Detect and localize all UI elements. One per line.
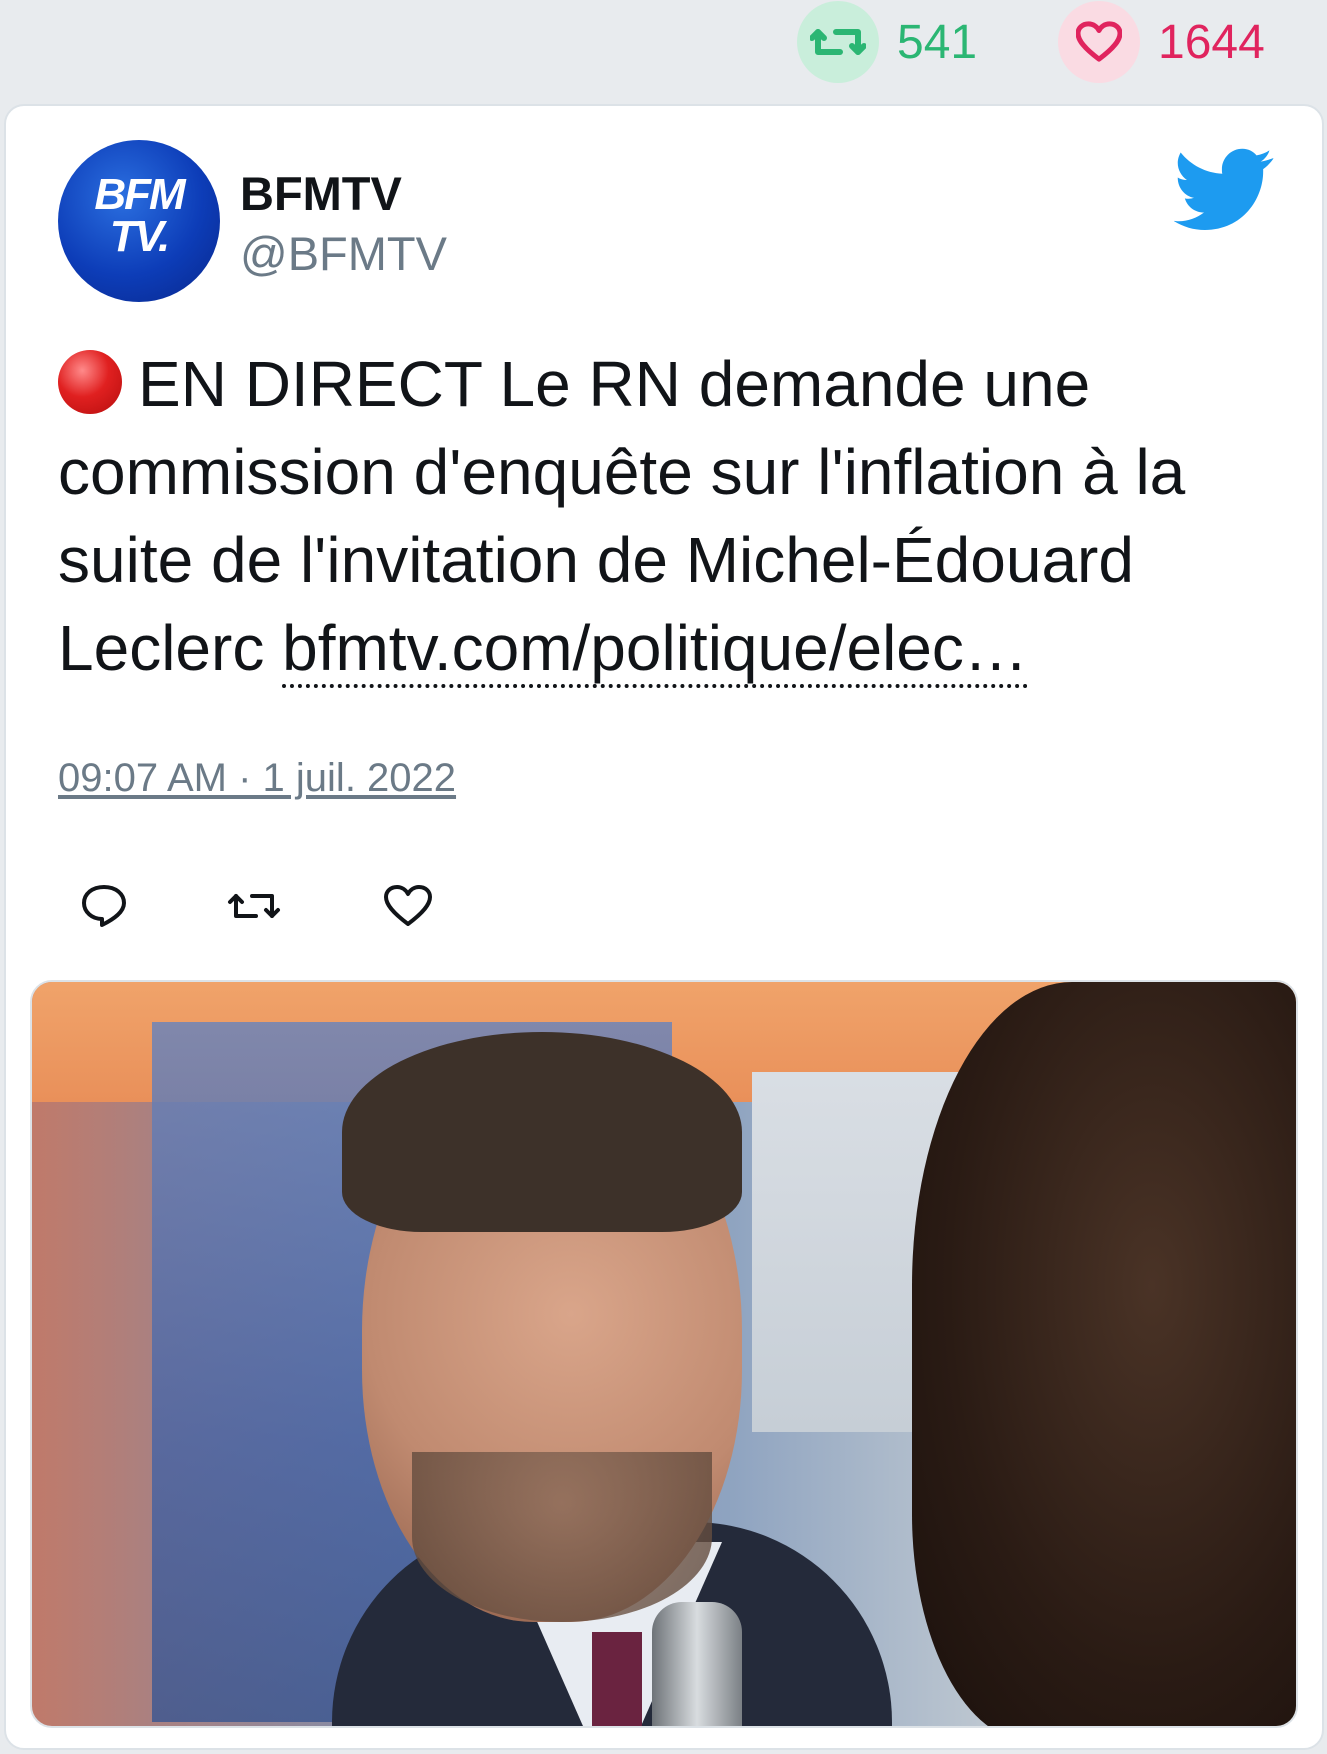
interviewer-silhouette <box>912 982 1296 1726</box>
tweet-text: EN DIRECT Le RN demande une commission d… <box>58 340 1278 692</box>
avatar-logo-line2: TV. <box>109 212 170 261</box>
author-handle[interactable]: @BFMTV <box>240 226 447 281</box>
like-button[interactable] <box>376 876 440 940</box>
tweet-timestamp[interactable]: 09:07 AM · 1 juil. 2022 <box>58 756 456 801</box>
heart-icon <box>384 884 432 933</box>
microphone <box>652 1602 742 1726</box>
retweet-button[interactable] <box>222 876 286 940</box>
twitter-bird-icon[interactable] <box>1173 148 1274 232</box>
tweet-card: BFM TV. BFMTV @BFMTV EN DIRECT Le RN dem… <box>4 104 1324 1750</box>
retweet-stat[interactable]: 541 <box>797 0 977 84</box>
avatar-logo-line1: BFM <box>94 170 185 219</box>
tweet-link[interactable]: bfmtv.com/politique/elec… <box>282 612 1028 688</box>
person-beard <box>412 1452 712 1622</box>
avatar-logo: BFM TV. <box>58 170 220 261</box>
red-circle-icon <box>58 350 122 414</box>
tweet-actions <box>58 876 458 946</box>
retweet-count: 541 <box>897 15 978 69</box>
like-stat[interactable]: 1644 <box>1058 0 1265 84</box>
person-hair <box>342 1032 742 1232</box>
like-count: 1644 <box>1158 15 1265 69</box>
author-name[interactable]: BFMTV <box>240 166 402 221</box>
reply-button[interactable] <box>72 876 136 940</box>
reply-icon <box>80 883 128 934</box>
tweet-media-image[interactable] <box>30 980 1298 1728</box>
avatar[interactable]: BFM TV. <box>58 140 220 302</box>
person-tie <box>592 1632 642 1726</box>
retweet-icon[interactable] <box>797 1 879 83</box>
engagement-summary: 541 1644 <box>0 0 1327 100</box>
retweet-icon <box>226 884 282 933</box>
heart-icon[interactable] <box>1058 1 1140 83</box>
